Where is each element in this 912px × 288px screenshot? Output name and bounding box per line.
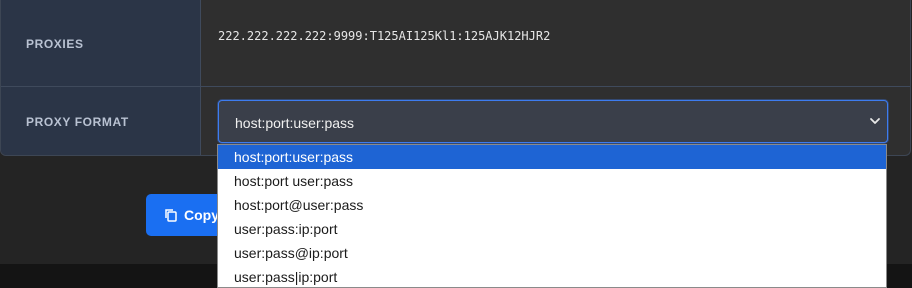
row-divider <box>1 86 910 87</box>
proxy-format-dropdown[interactable]: host:port:user:pass host:port user:pass … <box>217 144 887 288</box>
proxy-settings-panel: PROXIES 222.222.222.222:9999:T125AI125Kl… <box>0 0 911 156</box>
copy-icon <box>165 209 177 222</box>
format-option[interactable]: user:pass:ip:port <box>218 217 886 241</box>
proxies-value[interactable]: 222.222.222.222:9999:T125AI125Kl1:125AJK… <box>218 29 550 43</box>
format-option[interactable]: host:port user:pass <box>218 169 886 193</box>
chevron-down-icon <box>870 118 880 124</box>
format-option[interactable]: user:pass|ip:port <box>218 265 886 287</box>
format-option[interactable]: host:port:user:pass <box>218 145 886 169</box>
proxy-format-selected-value: host:port:user:pass <box>235 115 355 131</box>
proxy-format-select[interactable]: host:port:user:pass <box>218 100 888 143</box>
format-option[interactable]: user:pass@ip:port <box>218 241 886 265</box>
label-column <box>1 0 201 155</box>
format-option[interactable]: host:port@user:pass <box>218 193 886 217</box>
proxy-format-label: PROXY FORMAT <box>26 115 129 129</box>
copy-button-label: Copy <box>184 207 219 223</box>
proxies-label: PROXIES <box>26 37 84 51</box>
